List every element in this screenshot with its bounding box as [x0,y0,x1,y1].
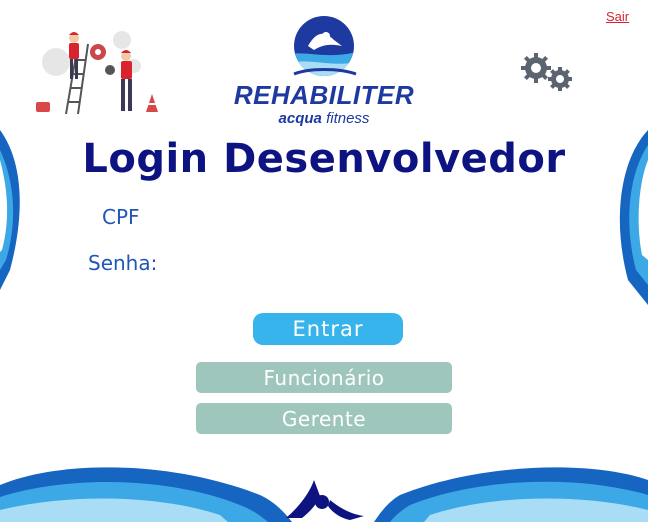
senha-field[interactable] [170,253,504,281]
exit-link[interactable]: Sair [606,9,629,24]
cpf-field[interactable] [160,207,504,235]
brand-tagline-rest: fitness [321,110,370,127]
page-title: Login Desenvolvedor [82,136,566,182]
funcionario-button[interactable]: Funcionário [196,362,452,393]
brand-name: REHABILITER [233,80,415,110]
senha-label: Senha: [88,251,158,275]
entrar-button[interactable]: Entrar [253,313,403,345]
gears-icon [521,53,572,91]
brand-tagline-bold: acqua [278,110,322,127]
cpf-label: CPF [102,205,140,229]
swimmer-logo-icon [293,16,357,76]
bottom-wave-decoration [0,467,648,522]
maintenance-workers-illustration-icon [36,31,158,115]
swimmer-silhouette-icon [286,480,364,520]
gerente-button[interactable]: Gerente [196,403,452,434]
brand-tagline: acqua fitness [200,110,448,127]
